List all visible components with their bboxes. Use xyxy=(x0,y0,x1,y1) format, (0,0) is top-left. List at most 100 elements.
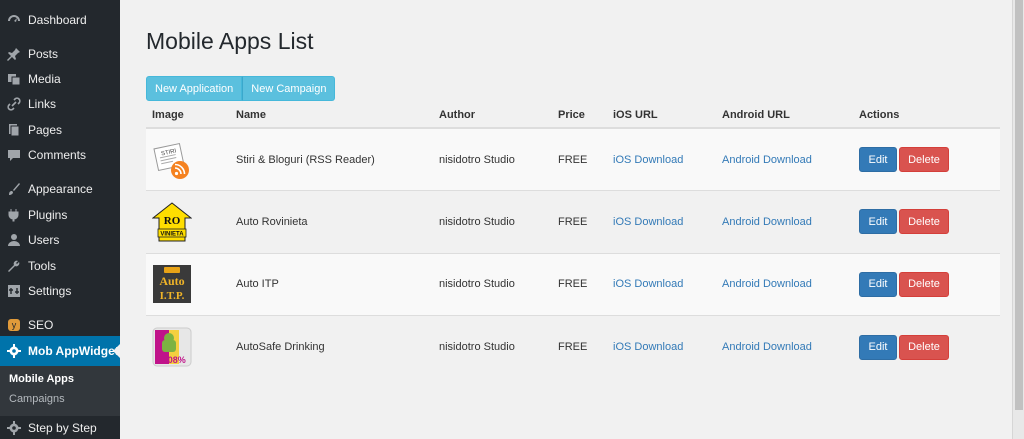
admin-sidebar: Dashboard Posts Media Links Pages Commen… xyxy=(0,0,120,439)
header-android-url: Android URL xyxy=(716,102,853,129)
table-row: Auto I.T.P. Auto ITP nisidotro Studio FR… xyxy=(146,252,1000,316)
actions-cell: Edit Delete xyxy=(853,252,1000,316)
plugin-icon xyxy=(7,208,21,222)
rss-reader-icon: STIRI xyxy=(153,142,189,179)
app-author: nisidotro Studio xyxy=(433,315,552,378)
menu-label: Tools xyxy=(28,259,57,273)
gear-icon xyxy=(7,421,21,435)
link-icon xyxy=(7,97,21,111)
gear-icon xyxy=(7,344,21,358)
edit-button[interactable]: Edit xyxy=(859,271,897,297)
pages-icon xyxy=(7,123,21,137)
pin-icon xyxy=(7,47,21,61)
delete-button[interactable]: Delete xyxy=(899,334,949,360)
menu-media[interactable]: Media xyxy=(0,66,120,92)
menu-step-by-step[interactable]: Step by Step xyxy=(0,415,120,439)
actions-cell: Edit Delete xyxy=(853,190,1000,253)
menu-seo[interactable]: y SEO xyxy=(0,312,120,338)
app-author: nisidotro Studio xyxy=(433,252,552,316)
menu-pages[interactable]: Pages xyxy=(0,117,120,143)
edit-button[interactable]: Edit xyxy=(859,334,897,360)
menu-mob-appwidget[interactable]: Mob AppWidget xyxy=(0,336,120,366)
header-price: Price xyxy=(552,102,607,129)
menu-label: Users xyxy=(28,233,60,247)
menu-label: Settings xyxy=(28,284,72,298)
delete-button[interactable]: Delete xyxy=(899,271,949,297)
menu-appearance[interactable]: Appearance xyxy=(0,176,120,202)
app-image-cell: RO VINIETA xyxy=(146,190,230,253)
dashboard-icon xyxy=(7,13,21,27)
auto-itp-icon: Auto I.T.P. xyxy=(153,265,191,304)
app-name: Auto Rovinieta xyxy=(230,190,433,253)
android-download-link[interactable]: Android Download xyxy=(722,341,812,353)
android-download-link[interactable]: Android Download xyxy=(722,154,812,166)
user-icon xyxy=(7,233,21,247)
edit-button[interactable]: Edit xyxy=(859,209,897,235)
menu-label: Plugins xyxy=(28,208,68,222)
menu-label: Comments xyxy=(28,148,87,162)
header-author: Author xyxy=(433,102,552,129)
apps-table: Image Name Author Price iOS URL Android … xyxy=(146,102,1000,378)
scroll-thumb[interactable] xyxy=(1015,0,1023,410)
menu-settings[interactable]: Settings xyxy=(0,278,120,304)
app-name: Stiri & Bloguri (RSS Reader) xyxy=(230,127,433,191)
table-row: STIRI Stiri & Bloguri (RSS Reader) nisid… xyxy=(146,127,1000,191)
menu-links[interactable]: Links xyxy=(0,91,120,117)
table-row: 0.08% AutoSafe Drinking nisidotro Studio… xyxy=(146,315,1000,378)
menu-label: Posts xyxy=(28,47,59,61)
menu-label: Links xyxy=(28,97,57,111)
android-download-link[interactable]: Android Download xyxy=(722,278,812,290)
menu-dashboard[interactable]: Dashboard xyxy=(0,7,120,33)
app-name: Auto ITP xyxy=(230,252,433,316)
app-author: nisidotro Studio xyxy=(433,127,552,191)
ios-download-link[interactable]: iOS Download xyxy=(613,154,683,166)
menu-posts[interactable]: Posts xyxy=(0,41,120,67)
new-campaign-button[interactable]: New Campaign xyxy=(242,76,336,101)
seo-icon: y xyxy=(7,318,21,332)
header-name: Name xyxy=(230,102,433,129)
header-ios-url: iOS URL xyxy=(607,102,716,129)
submenu-mobile-apps[interactable]: Mobile Apps xyxy=(9,373,74,385)
menu-label: Appearance xyxy=(28,182,93,196)
header-image: Image xyxy=(146,102,230,129)
itp-icon-subtext: I.T.P. xyxy=(160,290,185,302)
app-price: FREE xyxy=(552,315,607,378)
scrollbar[interactable] xyxy=(1012,0,1024,439)
submenu-campaigns[interactable]: Campaigns xyxy=(9,393,65,405)
rovinieta-icon: RO VINIETA xyxy=(152,202,192,242)
brush-icon xyxy=(7,182,21,196)
submenu: Mobile Apps Campaigns xyxy=(0,366,120,416)
autosafe-icon: 0.08% xyxy=(152,327,192,367)
rovinieta-icon-subtext: VINIETA xyxy=(160,231,184,237)
app-price: FREE xyxy=(552,127,607,191)
autosafe-icon-text: 0.08% xyxy=(160,355,186,365)
edit-button[interactable]: Edit xyxy=(859,147,897,172)
menu-plugins[interactable]: Plugins xyxy=(0,202,120,228)
menu-label: Pages xyxy=(28,123,63,137)
button-group: New Application New Campaign xyxy=(146,76,336,101)
page-title: Mobile Apps List xyxy=(146,28,314,54)
menu-label: Mob AppWidget xyxy=(28,344,119,358)
menu-users[interactable]: Users xyxy=(0,227,120,253)
android-download-link[interactable]: Android Download xyxy=(722,216,812,228)
ios-download-link[interactable]: iOS Download xyxy=(613,278,683,290)
app-image-cell: 0.08% xyxy=(146,315,230,378)
menu-label: Dashboard xyxy=(28,13,87,27)
app-price: FREE xyxy=(552,190,607,253)
new-application-button[interactable]: New Application xyxy=(146,76,243,101)
app-image-cell: STIRI xyxy=(146,127,230,191)
app-author: nisidotro Studio xyxy=(433,190,552,253)
app-image-cell: Auto I.T.P. xyxy=(146,252,230,316)
main-content: Mobile Apps List New Application New Cam… xyxy=(120,0,1012,439)
menu-tools[interactable]: Tools xyxy=(0,253,120,279)
rovinieta-icon-text: RO xyxy=(164,215,181,227)
delete-button[interactable]: Delete xyxy=(899,209,949,235)
table-row: RO VINIETA Auto Rovinieta nisidotro Stud… xyxy=(146,190,1000,253)
ios-download-link[interactable]: iOS Download xyxy=(613,216,683,228)
media-icon xyxy=(7,72,21,86)
ios-download-link[interactable]: iOS Download xyxy=(613,341,683,353)
app-name: AutoSafe Drinking xyxy=(230,315,433,378)
header-actions: Actions xyxy=(853,102,1000,129)
menu-comments[interactable]: Comments xyxy=(0,142,120,168)
delete-button[interactable]: Delete xyxy=(899,147,949,172)
